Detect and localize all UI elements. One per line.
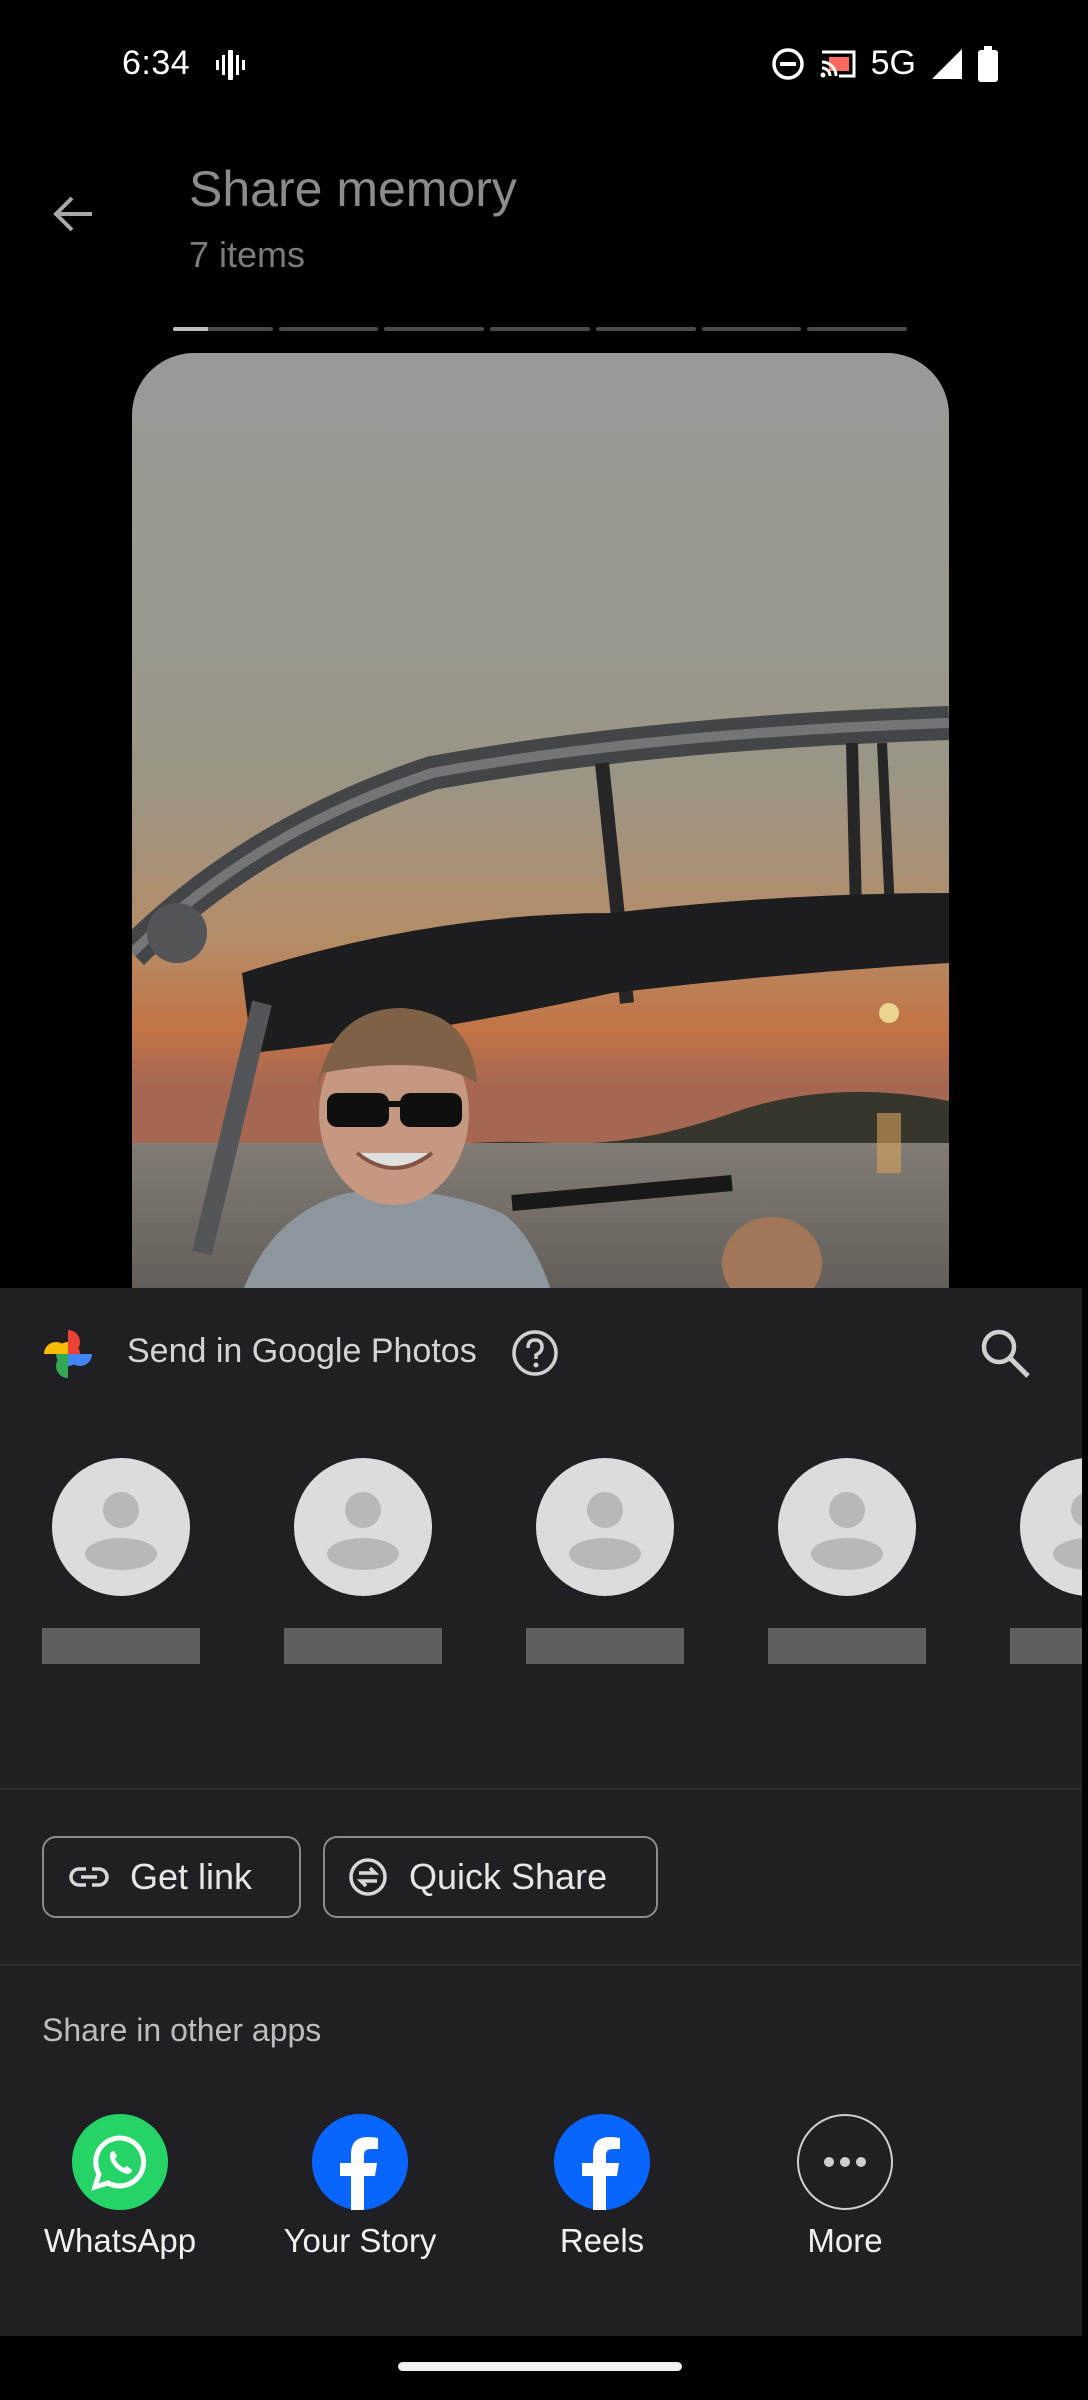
back-button[interactable] xyxy=(44,184,104,244)
google-photos-logo xyxy=(44,1330,92,1378)
progress-segment xyxy=(807,327,908,331)
status-time: 6:34 xyxy=(122,44,191,82)
story-progress xyxy=(173,327,908,333)
progress-segment xyxy=(278,327,379,331)
home-indicator[interactable] xyxy=(398,2362,682,2371)
whatsapp-icon xyxy=(72,2114,168,2210)
app-name: WhatsApp xyxy=(43,2222,197,2259)
search-icon[interactable] xyxy=(978,1326,1032,1380)
app-reels[interactable]: Reels xyxy=(502,2114,702,2260)
contact-name-placeholder xyxy=(768,1628,926,1664)
divider xyxy=(0,1788,1082,1790)
vibrate-icon xyxy=(216,50,245,80)
page-title: Share memory xyxy=(189,161,517,217)
arrow-back-icon xyxy=(53,196,92,232)
divider xyxy=(0,1964,1082,1966)
battery-icon xyxy=(978,45,998,82)
status-bar: 6:34 5G xyxy=(0,0,1088,130)
progress-segment xyxy=(701,327,802,331)
quick-share-button[interactable]: Quick Share xyxy=(323,1836,658,1918)
progress-segment xyxy=(173,327,273,331)
app-more[interactable]: More xyxy=(745,2114,945,2260)
contact-suggestion[interactable] xyxy=(284,1458,442,1668)
network-type: 5G xyxy=(870,44,916,82)
progress-segment xyxy=(384,327,485,331)
progress-segment xyxy=(595,327,696,331)
contact-name-placeholder xyxy=(284,1628,442,1664)
photo-image xyxy=(132,353,949,1293)
progress-segment xyxy=(490,327,590,331)
contact-suggestion[interactable] xyxy=(1010,1458,1082,1668)
other-apps-label: Share in other apps xyxy=(42,2012,322,2048)
facebook-icon xyxy=(554,2114,650,2210)
person-avatar-icon xyxy=(778,1458,916,1596)
cast-icon xyxy=(820,50,856,77)
facebook-icon xyxy=(312,2114,408,2210)
person-avatar-icon xyxy=(1020,1458,1082,1596)
contact-suggestion[interactable] xyxy=(768,1458,926,1668)
progress-fill xyxy=(173,327,208,331)
person-avatar-icon xyxy=(536,1458,674,1596)
contact-suggestions xyxy=(0,1458,1082,1678)
link-icon xyxy=(69,1867,109,1887)
app-name: More xyxy=(807,2222,883,2259)
more-horiz-icon xyxy=(797,2114,893,2210)
contact-name-placeholder xyxy=(42,1628,200,1664)
do-not-disturb-icon xyxy=(771,47,804,80)
item-count: 7 items xyxy=(189,234,306,275)
contact-name-placeholder xyxy=(526,1628,684,1664)
send-in-photos-label: Send in Google Photos xyxy=(127,1332,477,1370)
quick-share-label: Quick Share xyxy=(409,1856,608,1897)
contact-suggestion[interactable] xyxy=(42,1458,200,1668)
get-link-button[interactable]: Get link xyxy=(42,1836,301,1918)
person-avatar-icon xyxy=(52,1458,190,1596)
status-icons: 5G xyxy=(771,44,998,83)
contact-name-placeholder xyxy=(1010,1628,1082,1664)
memory-photo[interactable] xyxy=(132,353,949,1293)
quick-share-icon xyxy=(349,1858,387,1896)
person-avatar-icon xyxy=(294,1458,432,1596)
signal-icon xyxy=(932,48,962,79)
get-link-label: Get link xyxy=(130,1856,253,1897)
help-icon[interactable] xyxy=(510,1328,560,1378)
app-name: Reels xyxy=(559,2222,645,2259)
contact-suggestion[interactable] xyxy=(526,1458,684,1668)
app-name: Your Story xyxy=(283,2222,437,2259)
app-your-story[interactable]: Your Story xyxy=(260,2114,460,2260)
send-in-photos-header: Send in Google Photos xyxy=(0,1288,1082,1412)
app-whatsapp[interactable]: WhatsApp xyxy=(20,2114,220,2260)
